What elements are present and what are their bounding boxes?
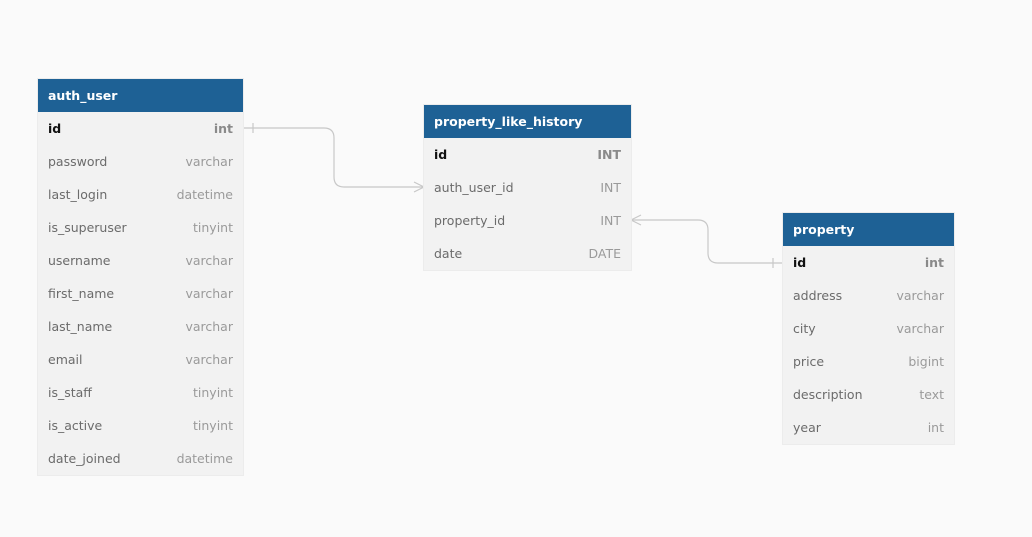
column-name: is_active — [48, 418, 103, 433]
column-type: datetime — [176, 451, 233, 466]
column-row-price[interactable]: price bigint — [783, 345, 954, 378]
table-header[interactable]: property — [783, 213, 954, 246]
column-row-id[interactable]: id INT — [424, 138, 631, 171]
column-type: datetime — [176, 187, 233, 202]
column-name: description — [793, 387, 863, 402]
column-type: bigint — [908, 354, 944, 369]
table-header[interactable]: property_like_history — [424, 105, 631, 138]
column-row-is-superuser[interactable]: is_superuser tinyint — [38, 211, 243, 244]
column-type: varchar — [185, 154, 233, 169]
column-name: property_id — [434, 213, 506, 228]
column-row-is-active[interactable]: is_active tinyint — [38, 409, 243, 442]
column-row-auth-user-id[interactable]: auth_user_id INT — [424, 171, 631, 204]
column-row-date[interactable]: date DATE — [424, 237, 631, 270]
column-type: varchar — [896, 288, 944, 303]
column-name: address — [793, 288, 843, 303]
column-name: first_name — [48, 286, 115, 301]
many-cardinality-marker — [413, 181, 426, 193]
column-type: DATE — [588, 246, 621, 261]
column-type: varchar — [185, 352, 233, 367]
column-name: date_joined — [48, 451, 121, 466]
column-name: is_staff — [48, 385, 92, 400]
column-row-username[interactable]: username varchar — [38, 244, 243, 277]
relation-line — [631, 219, 783, 264]
table-header[interactable]: auth_user — [38, 79, 243, 112]
relation-property-like-history-to-property — [629, 214, 783, 268]
column-row-city[interactable]: city varchar — [783, 312, 954, 345]
column-row-year[interactable]: year int — [783, 411, 954, 444]
column-name: last_name — [48, 319, 113, 334]
column-name: price — [793, 354, 825, 369]
column-name: username — [48, 253, 111, 268]
column-type: int — [213, 121, 233, 136]
column-row-email[interactable]: email varchar — [38, 343, 243, 376]
table-auth-user[interactable]: auth_user id int password varchar last_l… — [38, 79, 243, 475]
column-row-property-id[interactable]: property_id INT — [424, 204, 631, 237]
column-name: is_superuser — [48, 220, 127, 235]
column-name: id — [793, 255, 807, 270]
column-type: varchar — [185, 286, 233, 301]
column-name: auth_user_id — [434, 180, 514, 195]
column-row-password[interactable]: password varchar — [38, 145, 243, 178]
column-name: last_login — [48, 187, 108, 202]
column-row-address[interactable]: address varchar — [783, 279, 954, 312]
column-type: varchar — [185, 253, 233, 268]
table-property-like-history[interactable]: property_like_history id INT auth_user_i… — [424, 105, 631, 270]
column-name: id — [48, 121, 62, 136]
column-name: date — [434, 246, 463, 261]
column-row-is-staff[interactable]: is_staff tinyint — [38, 376, 243, 409]
column-type: text — [919, 387, 944, 402]
column-row-id[interactable]: id int — [38, 112, 243, 145]
column-type: INT — [597, 147, 621, 162]
column-type: tinyint — [193, 220, 233, 235]
column-type: varchar — [185, 319, 233, 334]
column-row-last-name[interactable]: last_name varchar — [38, 310, 243, 343]
column-name: email — [48, 352, 83, 367]
column-type: tinyint — [193, 418, 233, 433]
column-name: id — [434, 147, 448, 162]
column-row-first-name[interactable]: first_name varchar — [38, 277, 243, 310]
table-property[interactable]: property id int address varchar city var… — [783, 213, 954, 444]
column-row-id[interactable]: id int — [783, 246, 954, 279]
relation-auth-user-to-property-like-history — [243, 123, 426, 193]
column-row-last-login[interactable]: last_login datetime — [38, 178, 243, 211]
column-name: year — [793, 420, 821, 435]
column-type: tinyint — [193, 385, 233, 400]
column-row-description[interactable]: description text — [783, 378, 954, 411]
column-type: int — [927, 420, 944, 435]
column-row-date-joined[interactable]: date_joined datetime — [38, 442, 243, 475]
column-name: password — [48, 154, 108, 169]
relation-line — [243, 127, 424, 188]
column-type: INT — [600, 213, 621, 228]
column-name: city — [793, 321, 816, 336]
many-cardinality-marker — [629, 214, 642, 226]
column-type: varchar — [896, 321, 944, 336]
column-type: int — [924, 255, 944, 270]
column-type: INT — [600, 180, 621, 195]
